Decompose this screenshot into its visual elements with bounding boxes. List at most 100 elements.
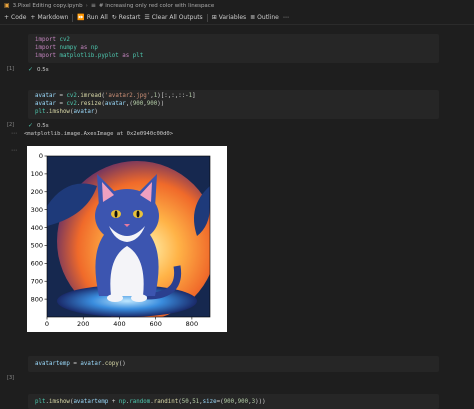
code-token: imshow bbox=[48, 399, 70, 405]
code-token: 900 bbox=[146, 101, 158, 107]
code-editor[interactable]: plt.imshow(avatartemp + np.random.randin… bbox=[28, 394, 439, 408]
x-tick-label: 600 bbox=[149, 320, 161, 328]
breadcrumb-section[interactable]: # increasing only red color with linespa… bbox=[99, 3, 214, 9]
add-markdown-button[interactable]: + Markdown bbox=[30, 14, 68, 21]
y-tick-label: 600 bbox=[31, 260, 43, 268]
outline-label: Outline bbox=[257, 14, 279, 21]
code-token: as bbox=[118, 53, 133, 59]
code-line: import cv2 bbox=[35, 36, 439, 44]
code-token: np bbox=[90, 45, 98, 51]
code-token: avatar bbox=[35, 101, 56, 107]
code-token: matplotlib.pyplot bbox=[59, 53, 119, 59]
notebook-toolbar: + Code + Markdown ⏩ Run All ↻ Restart ☰ … bbox=[0, 11, 474, 25]
code-token: avatar bbox=[35, 93, 56, 99]
outline-button[interactable]: ≣ Outline bbox=[250, 14, 279, 21]
code-token: = bbox=[55, 101, 67, 107]
code-line: avatartemp = avatar.copy() bbox=[35, 360, 439, 368]
code-token: =( bbox=[216, 399, 224, 405]
code-token: random bbox=[129, 399, 151, 405]
code-token: avatar bbox=[73, 109, 95, 115]
code-token: import bbox=[35, 37, 56, 43]
code-token: ] bbox=[192, 93, 196, 99]
x-axis-ticks: 0 200 400 600 800 bbox=[45, 317, 198, 328]
execution-time: 0.5s bbox=[37, 122, 49, 129]
cell-status: ✓ 0.5s bbox=[28, 122, 49, 129]
code-token: import bbox=[35, 45, 56, 51]
restart-label: Restart bbox=[118, 14, 141, 21]
code-token: () bbox=[118, 361, 126, 367]
code-token: = bbox=[69, 361, 81, 367]
code-token: ) bbox=[94, 109, 98, 115]
x-tick-label: 400 bbox=[113, 320, 125, 328]
code-token: ,( bbox=[125, 101, 133, 107]
y-tick-label: 700 bbox=[31, 277, 43, 285]
y-tick-label: 100 bbox=[31, 170, 43, 178]
y-axis-ticks: 0 100 200 300 400 500 600 700 800 bbox=[31, 152, 47, 303]
code-token: avatar bbox=[80, 361, 102, 367]
run-all-button[interactable]: ⏩ Run All bbox=[77, 14, 107, 21]
code-token: 900 bbox=[223, 399, 235, 405]
code-token: = bbox=[55, 93, 67, 99]
execution-count: [1] bbox=[7, 66, 15, 72]
code-token: cv2 bbox=[66, 101, 77, 107]
variables-icon: ⊞ bbox=[211, 13, 217, 21]
breadcrumb: ▣ 3.Pixel Editing copy.ipynb › ≡ # incre… bbox=[0, 0, 474, 11]
code-line: avatar = cv2.imread('avatar2.jpg',1)[:,:… bbox=[35, 92, 439, 100]
code-editor[interactable]: import cv2 import numpy as np import matpl… bbox=[28, 34, 439, 62]
code-token: copy bbox=[104, 361, 119, 367]
code-line: plt.imshow(avatar) bbox=[35, 108, 439, 116]
code-token: numpy bbox=[59, 45, 77, 51]
plus-icon: + bbox=[4, 13, 10, 21]
code-token: ))) bbox=[255, 399, 266, 405]
code-cell-3[interactable]: avatartemp = avatar.copy() bbox=[28, 356, 439, 372]
code-line: import matplotlib.pyplot as plt bbox=[35, 52, 439, 60]
code-editor[interactable]: avatar = cv2.imread('avatar2.jpg',1)[:,:… bbox=[28, 90, 439, 118]
y-tick-label: 800 bbox=[31, 295, 43, 303]
plus-icon: + bbox=[30, 13, 36, 21]
clear-all-icon: ☰ bbox=[144, 13, 150, 21]
clear-outputs-button[interactable]: ☰ Clear All Outputs bbox=[144, 14, 202, 21]
matplotlib-figure: 0 200 400 600 800 0 100 200 300 400 500 600 700 800 bbox=[31, 152, 211, 328]
code-cell-1[interactable]: import cv2 import numpy as np import matpl… bbox=[28, 34, 439, 63]
code-token: 900 bbox=[237, 399, 249, 405]
cat-artwork-image bbox=[47, 156, 210, 317]
breadcrumb-file[interactable]: 3.Pixel Editing copy.ipynb bbox=[13, 3, 83, 9]
code-token: randint bbox=[153, 399, 179, 405]
code-token: avatar bbox=[104, 101, 126, 107]
code-token: imread bbox=[80, 93, 102, 99]
code-token: plt bbox=[35, 109, 46, 115]
clear-outputs-label: Clear All Outputs bbox=[151, 14, 203, 21]
notebook-icon: ▣ bbox=[4, 1, 10, 9]
code-cell-2[interactable]: avatar = cv2.imread('avatar2.jpg',1)[:,:… bbox=[28, 90, 439, 119]
restart-button[interactable]: ↻ Restart bbox=[112, 14, 141, 21]
restart-icon: ↻ bbox=[111, 13, 117, 21]
output-menu-icon[interactable]: ⋯ bbox=[11, 147, 17, 154]
add-markdown-label: Markdown bbox=[37, 14, 69, 21]
code-token: np bbox=[118, 399, 126, 405]
code-token: avatartemp bbox=[73, 399, 109, 405]
output-menu-icon[interactable]: ⋯ bbox=[11, 130, 17, 137]
code-editor[interactable]: avatartemp = avatar.copy() bbox=[28, 356, 439, 370]
code-token: resize bbox=[80, 101, 102, 107]
code-token: )[:,:,::- bbox=[157, 93, 189, 99]
variables-button[interactable]: ⊞ Variables bbox=[212, 14, 246, 21]
chevron-right-icon: › bbox=[85, 2, 88, 9]
output-text: <matplotlib.image.AxesImage at 0x2e0940c… bbox=[24, 131, 174, 137]
execution-count: [3] bbox=[7, 375, 15, 381]
code-token: plt bbox=[35, 399, 46, 405]
y-tick-label: 200 bbox=[31, 188, 43, 196]
plot-output: 0 200 400 600 800 0 100 200 300 400 500 600 700 800 bbox=[27, 146, 227, 332]
add-code-button[interactable]: + Code bbox=[4, 14, 26, 21]
add-code-label: Code bbox=[11, 14, 27, 21]
x-tick-label: 0 bbox=[45, 320, 49, 328]
toolbar-divider bbox=[72, 13, 74, 22]
code-token: cv2 bbox=[59, 37, 70, 43]
more-actions-button[interactable]: ⋯ bbox=[282, 13, 289, 21]
execution-count: [2] bbox=[7, 122, 15, 128]
run-all-icon: ⏩ bbox=[77, 13, 85, 21]
run-all-label: Run All bbox=[86, 14, 108, 21]
code-token: size bbox=[202, 399, 217, 405]
more-icon: ⋯ bbox=[282, 13, 289, 21]
code-cell-4[interactable]: plt.imshow(avatartemp + np.random.randin… bbox=[28, 394, 439, 409]
x-tick-label: 800 bbox=[186, 320, 198, 328]
